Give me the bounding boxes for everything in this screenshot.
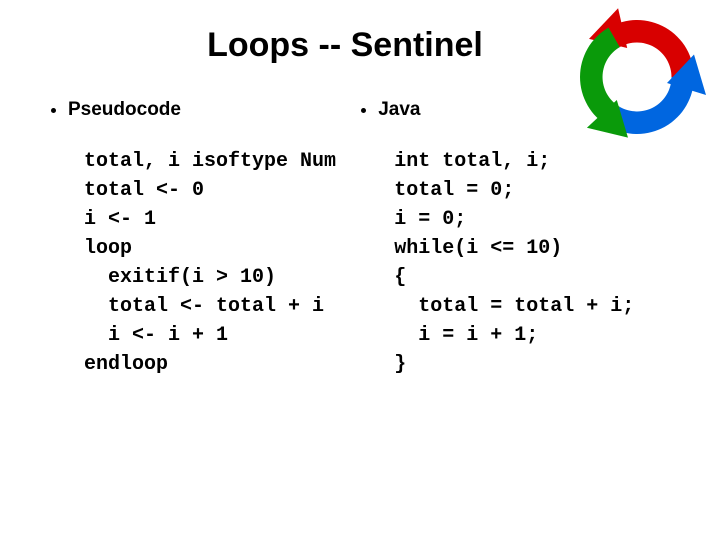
cycle-arrows-icon bbox=[562, 2, 712, 152]
java-code-block: int total, i; total = 0; i = 0; while(i … bbox=[340, 147, 690, 379]
left-heading-list: Pseudocode bbox=[30, 99, 340, 121]
pseudocode-block: total, i isoftype Num total <- 0 i <- 1 … bbox=[30, 147, 340, 379]
left-column: Pseudocode total, i isoftype Num total <… bbox=[30, 99, 340, 379]
left-heading: Pseudocode bbox=[68, 99, 340, 121]
slide: Loops -- Sentinel Pseudocode total, i is… bbox=[0, 0, 720, 540]
